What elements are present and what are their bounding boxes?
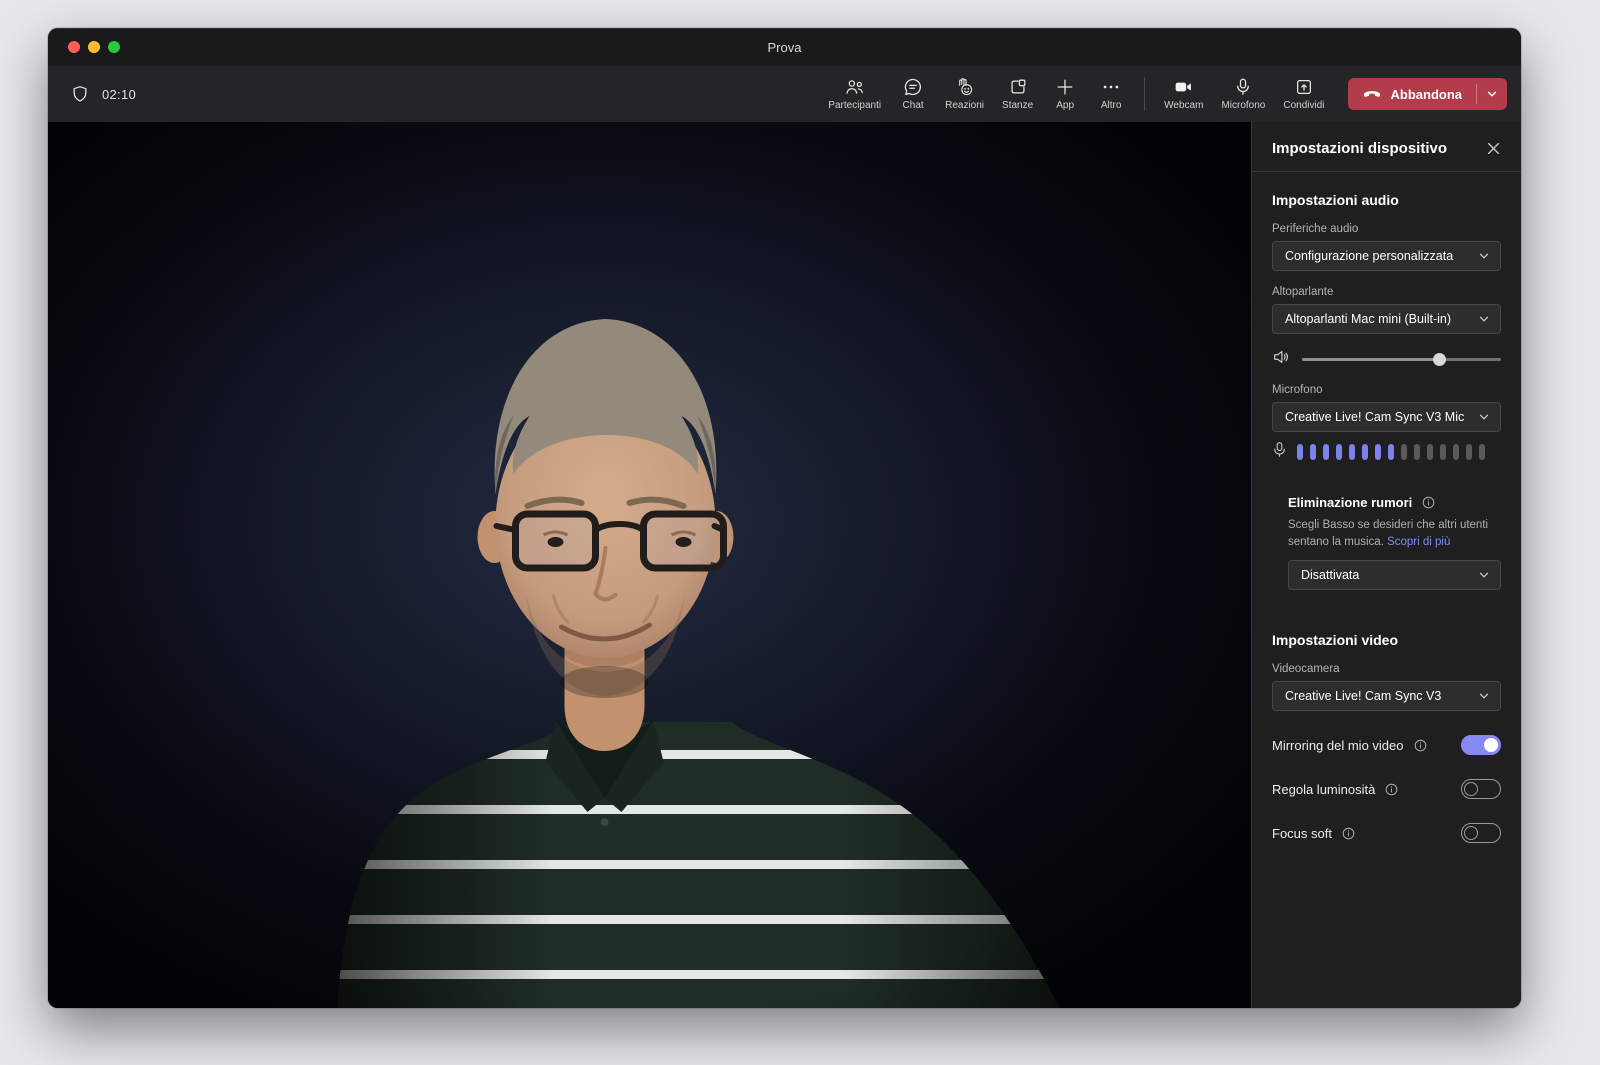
info-icon[interactable]: [1342, 827, 1355, 840]
audio-devices-value: Configurazione personalizzata: [1285, 249, 1454, 263]
toolbar-button-reazioni[interactable]: Reazioni: [936, 70, 993, 118]
toolbar-label: Chat: [902, 100, 924, 111]
volume-slider-fill: [1302, 358, 1440, 361]
mic-level-icon: [1272, 441, 1287, 463]
toolbar-button-stanze[interactable]: Stanze: [993, 70, 1042, 118]
toolbar-label: Webcam: [1164, 100, 1204, 111]
toolbar-button-microfono[interactable]: Microfono: [1212, 70, 1274, 118]
leave-label: Abbandona: [1390, 86, 1463, 102]
microphone-icon: [1233, 77, 1253, 97]
adjust-brightness-label: Regola luminosità: [1272, 781, 1376, 797]
mirror-video-label: Mirroring del mio video: [1272, 737, 1404, 753]
webcam-video-frame: [48, 122, 1251, 1008]
close-icon: [1487, 142, 1500, 155]
meeting-toolbar: 02:10 Partecipanti Chat Reazioni Stanze …: [48, 66, 1521, 122]
zoom-window-button[interactable]: [108, 41, 120, 53]
more-ellipsis-icon: [1101, 77, 1121, 97]
leave-menu-button[interactable]: [1477, 78, 1507, 110]
camera-value: Creative Live! Cam Sync V3: [1285, 689, 1442, 704]
window-controls: [68, 41, 120, 53]
volume-slider[interactable]: [1302, 352, 1501, 366]
noise-suppression-title: Eliminazione rumori: [1288, 495, 1413, 510]
toolbar-button-condividi[interactable]: Condividi: [1274, 70, 1333, 118]
mic-label: Microfono: [1272, 384, 1323, 396]
noise-suppression-value: Disattivata: [1301, 568, 1360, 583]
noise-suppression-select[interactable]: Disattivata: [1288, 560, 1501, 591]
toolbar-label: Reazioni: [945, 100, 985, 111]
chevron-down-icon: [1479, 693, 1489, 699]
minimize-window-button[interactable]: [88, 41, 100, 53]
soft-focus-label: Focus soft: [1272, 825, 1332, 841]
close-panel-button[interactable]: [1484, 139, 1503, 158]
toolbar-label: Condividi: [1283, 100, 1325, 111]
soft-focus-row: Focus soft: [1272, 823, 1501, 844]
toolbar-label: Stanze: [1002, 100, 1034, 111]
camera-select[interactable]: Creative Live! Cam Sync V3: [1272, 681, 1501, 712]
mic-value: Creative Live! Cam Sync V3 Mic: [1285, 410, 1465, 424]
speaker-volume-icon: [1272, 348, 1290, 371]
audio-section-title: Impostazioni audio: [1272, 192, 1399, 208]
rooms-icon: [1008, 77, 1028, 97]
info-icon[interactable]: [1422, 496, 1435, 509]
leave-split-button: Abbandona: [1347, 78, 1507, 110]
chevron-down-icon: [1479, 572, 1489, 578]
soft-focus-toggle[interactable]: [1461, 823, 1501, 844]
toolbar-button-chat[interactable]: Chat: [890, 70, 936, 118]
toolbar-label: Microfono: [1221, 100, 1266, 111]
speaker-label: Altoparlante: [1272, 286, 1334, 298]
adjust-brightness-row: Regola luminosità: [1272, 779, 1501, 800]
chevron-down-icon: [1487, 91, 1497, 97]
reactions-icon: [954, 77, 975, 97]
close-window-button[interactable]: [68, 41, 80, 53]
info-icon[interactable]: [1385, 783, 1398, 796]
chevron-down-icon: [1479, 414, 1489, 420]
toolbar-divider: [1144, 77, 1146, 111]
mirror-video-toggle[interactable]: [1461, 735, 1501, 756]
audio-devices-label: Periferiche audio: [1272, 223, 1359, 235]
toolbar-button-partecipanti[interactable]: Partecipanti: [819, 70, 890, 118]
chat-icon: [903, 77, 923, 97]
self-video-preview: [48, 122, 1251, 1008]
mic-select[interactable]: Creative Live! Cam Sync V3 Mic: [1272, 402, 1501, 432]
app-window: Prova 02:10 Partecipanti Chat Reazioni S…: [48, 28, 1521, 1008]
toolbar-label: Partecipanti: [828, 100, 882, 111]
share-screen-icon: [1294, 77, 1314, 97]
mirror-video-row: Mirroring del mio video: [1272, 735, 1501, 756]
chevron-down-icon: [1479, 316, 1489, 322]
adjust-brightness-toggle[interactable]: [1461, 779, 1501, 800]
webcam-icon: [1173, 77, 1194, 97]
info-icon[interactable]: [1414, 739, 1427, 752]
speaker-select[interactable]: Altoparlanti Mac mini (Built-in): [1272, 304, 1501, 334]
panel-title: Impostazioni dispositivo: [1272, 140, 1448, 157]
meeting-timer: 02:10: [102, 86, 137, 102]
volume-slider-thumb[interactable]: [1433, 353, 1447, 366]
leave-button[interactable]: Abbandona: [1348, 78, 1477, 110]
camera-label: Videocamera: [1272, 663, 1340, 676]
scopri-di-piu-link[interactable]: Scopri di più: [1387, 536, 1450, 548]
mic-level-meter: [1297, 444, 1485, 460]
toolbar-label: App: [1056, 100, 1075, 111]
toolbar-button-app[interactable]: App: [1042, 70, 1088, 118]
add-app-icon: [1055, 77, 1075, 97]
toolbar-button-altro[interactable]: Altro: [1088, 70, 1134, 118]
window-title: Prova: [767, 39, 802, 55]
participants-icon: [844, 77, 865, 97]
speaker-value: Altoparlanti Mac mini (Built-in): [1285, 312, 1452, 326]
toolbar-label: Altro: [1100, 100, 1122, 111]
device-settings-panel: Impostazioni dispositivo Impostazioni au…: [1251, 122, 1521, 1008]
chevron-down-icon: [1479, 253, 1489, 259]
security-shield-icon[interactable]: [70, 84, 90, 104]
titlebar: Prova: [48, 28, 1521, 66]
toolbar-button-webcam[interactable]: Webcam: [1155, 70, 1212, 118]
video-section-title: Impostazioni video: [1272, 632, 1399, 649]
hang-up-icon: [1362, 87, 1382, 102]
audio-devices-select[interactable]: Configurazione personalizzata: [1272, 241, 1501, 271]
